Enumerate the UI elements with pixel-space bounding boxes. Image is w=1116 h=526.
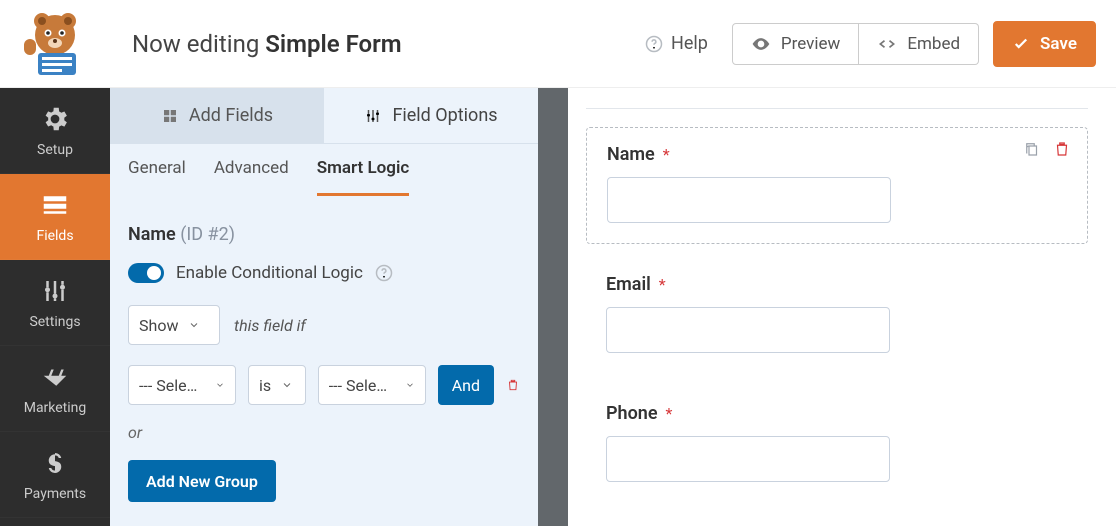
- field-actions: [1023, 140, 1071, 158]
- rule-row: --- Select Field --- is --- Select Choic…: [128, 365, 520, 405]
- builder-header: Now editing Simple Form Help Preview Emb…: [0, 0, 1116, 88]
- tab-label: Add Fields: [189, 105, 273, 126]
- select-value: Show: [139, 316, 178, 335]
- divider: [586, 108, 1088, 109]
- sidebar-item-label: Fields: [36, 228, 73, 244]
- sidebar-item-setup[interactable]: Setup: [0, 88, 110, 174]
- dollar-icon: [40, 448, 70, 478]
- sidebar-item-label: Payments: [24, 486, 86, 502]
- action-row: Show this field if: [128, 305, 520, 345]
- logo: [0, 0, 110, 88]
- sliders-icon: [40, 276, 70, 306]
- preview-field-email[interactable]: Email *: [586, 258, 1088, 373]
- tab-add-fields[interactable]: Add Fields: [110, 88, 324, 144]
- name-input[interactable]: [607, 177, 891, 223]
- bullhorn-icon: [40, 362, 70, 392]
- editing-prefix: Now editing: [132, 30, 265, 58]
- field-subtabs: General Advanced Smart Logic: [110, 144, 538, 196]
- embed-label: Embed: [907, 34, 960, 54]
- enable-cl-toggle[interactable]: [128, 263, 164, 283]
- select-value: is: [259, 376, 271, 395]
- preview-field-phone[interactable]: Phone *: [586, 387, 1088, 502]
- required-indicator: *: [663, 145, 670, 164]
- help-link[interactable]: Help: [645, 33, 708, 54]
- or-label: or: [128, 423, 520, 442]
- action-select[interactable]: Show: [128, 305, 220, 345]
- required-indicator: *: [659, 275, 666, 294]
- rule-operator-select[interactable]: is: [248, 365, 306, 405]
- trash-icon[interactable]: [506, 376, 520, 394]
- builder-sidebar: Setup Fields Settings Marketing Payments: [0, 88, 110, 526]
- sidebar-item-fields[interactable]: Fields: [0, 174, 110, 260]
- help-icon[interactable]: [375, 264, 393, 282]
- embed-button[interactable]: Embed: [859, 23, 979, 65]
- add-and-button[interactable]: And: [438, 365, 494, 405]
- trash-icon[interactable]: [1053, 140, 1071, 158]
- eye-icon: [751, 34, 771, 54]
- sidebar-item-label: Setup: [37, 142, 73, 158]
- grid-icon: [161, 107, 179, 125]
- check-icon: [1012, 35, 1030, 53]
- help-icon: [645, 35, 663, 53]
- field-name: Name: [128, 224, 176, 245]
- builder-main: Setup Fields Settings Marketing Payments…: [0, 88, 1116, 526]
- enable-cl-label: Enable Conditional Logic: [176, 263, 363, 283]
- sidebar-item-marketing[interactable]: Marketing: [0, 346, 110, 432]
- code-icon: [877, 34, 897, 54]
- select-value: --- Select Field ---: [139, 376, 205, 395]
- page-title: Now editing Simple Form: [110, 30, 645, 58]
- form-name[interactable]: Simple Form: [265, 30, 401, 58]
- preview-button[interactable]: Preview: [732, 23, 859, 65]
- header-actions: Help Preview Embed Save: [645, 21, 1096, 67]
- subtab-smart-logic[interactable]: Smart Logic: [317, 158, 410, 196]
- panel-tabs: Add Fields Field Options: [110, 88, 538, 144]
- chevron-down-icon: [405, 379, 415, 391]
- select-value: --- Select Choice ---: [329, 376, 395, 395]
- field-id: (ID #2): [180, 224, 235, 245]
- preview-field-name[interactable]: Name *: [586, 127, 1088, 244]
- tab-label: Field Options: [392, 105, 497, 126]
- rule-value-select[interactable]: --- Select Choice ---: [318, 365, 426, 405]
- chevron-down-icon: [215, 379, 225, 391]
- subtab-advanced[interactable]: Advanced: [214, 158, 289, 196]
- panel-body: Name (ID #2) Enable Conditional Logic Sh…: [110, 196, 538, 526]
- required-indicator: *: [666, 404, 673, 423]
- chevron-down-icon: [188, 319, 200, 331]
- save-label: Save: [1040, 34, 1077, 54]
- sidebar-item-payments[interactable]: Payments: [0, 432, 110, 518]
- chevron-down-icon: [281, 379, 293, 391]
- field-label: Phone: [606, 403, 658, 424]
- gear-icon: [40, 104, 70, 134]
- subtab-general[interactable]: General: [128, 158, 186, 196]
- form-preview: Name * Email * Phone *: [568, 88, 1116, 526]
- preview-label: Preview: [781, 34, 840, 54]
- field-name-heading: Name (ID #2): [128, 224, 520, 245]
- add-group-button[interactable]: Add New Group: [128, 460, 276, 502]
- sidebar-item-label: Marketing: [24, 400, 87, 416]
- phone-input[interactable]: [606, 436, 890, 482]
- save-button[interactable]: Save: [993, 21, 1096, 67]
- email-input[interactable]: [606, 307, 890, 353]
- field-label: Email: [606, 274, 651, 295]
- form-icon: [40, 190, 70, 220]
- sliders-icon: [364, 107, 382, 125]
- preview-embed-group: Preview Embed: [732, 23, 979, 65]
- help-label: Help: [671, 33, 708, 54]
- field-label: Name: [607, 144, 655, 165]
- field-options-panel: Add Fields Field Options General Advance…: [110, 88, 568, 526]
- sidebar-item-label: Settings: [29, 314, 80, 330]
- action-hint: this field if: [234, 316, 306, 335]
- tab-field-options[interactable]: Field Options: [324, 88, 538, 144]
- rule-field-select[interactable]: --- Select Field ---: [128, 365, 236, 405]
- duplicate-icon[interactable]: [1023, 140, 1041, 158]
- enable-cl-row: Enable Conditional Logic: [128, 263, 520, 283]
- sidebar-item-settings[interactable]: Settings: [0, 260, 110, 346]
